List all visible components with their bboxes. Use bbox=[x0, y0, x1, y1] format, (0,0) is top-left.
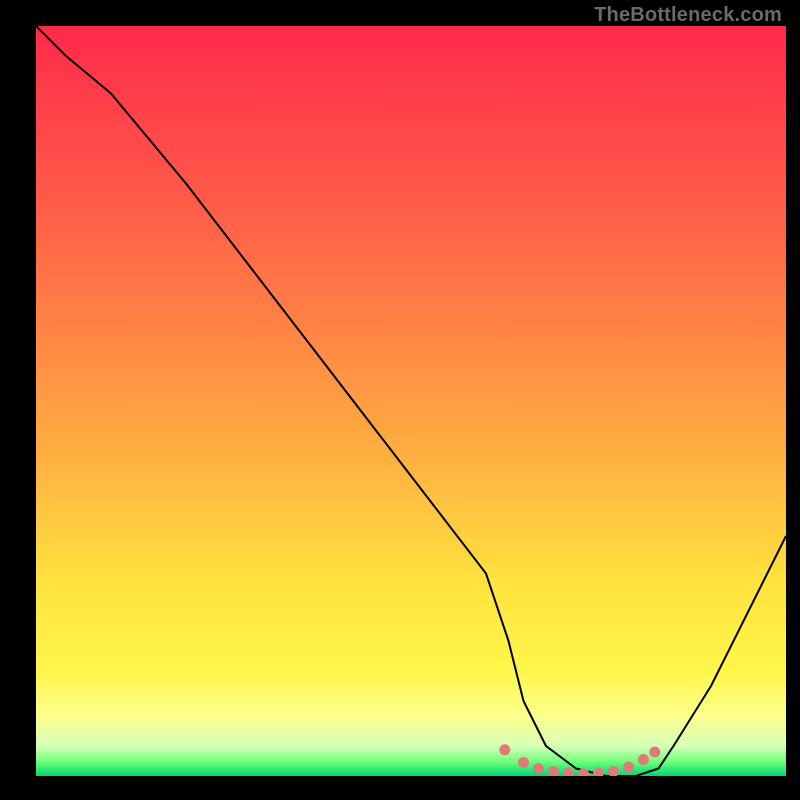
marker-dot bbox=[608, 766, 619, 776]
plot-area bbox=[36, 26, 786, 776]
bottleneck-curve-path bbox=[36, 26, 786, 776]
marker-dot bbox=[533, 763, 544, 774]
curve-layer bbox=[36, 26, 786, 776]
chart-stage: TheBottleneck.com bbox=[0, 0, 800, 800]
bottom-markers-group bbox=[499, 744, 660, 776]
marker-dot bbox=[623, 762, 634, 773]
marker-dot bbox=[499, 744, 510, 755]
marker-dot bbox=[649, 747, 660, 758]
marker-dot bbox=[563, 768, 574, 777]
marker-dot bbox=[548, 766, 559, 776]
watermark-text: TheBottleneck.com bbox=[594, 4, 782, 27]
marker-dot bbox=[518, 757, 529, 768]
marker-dot bbox=[593, 768, 604, 777]
marker-dot bbox=[638, 754, 649, 765]
